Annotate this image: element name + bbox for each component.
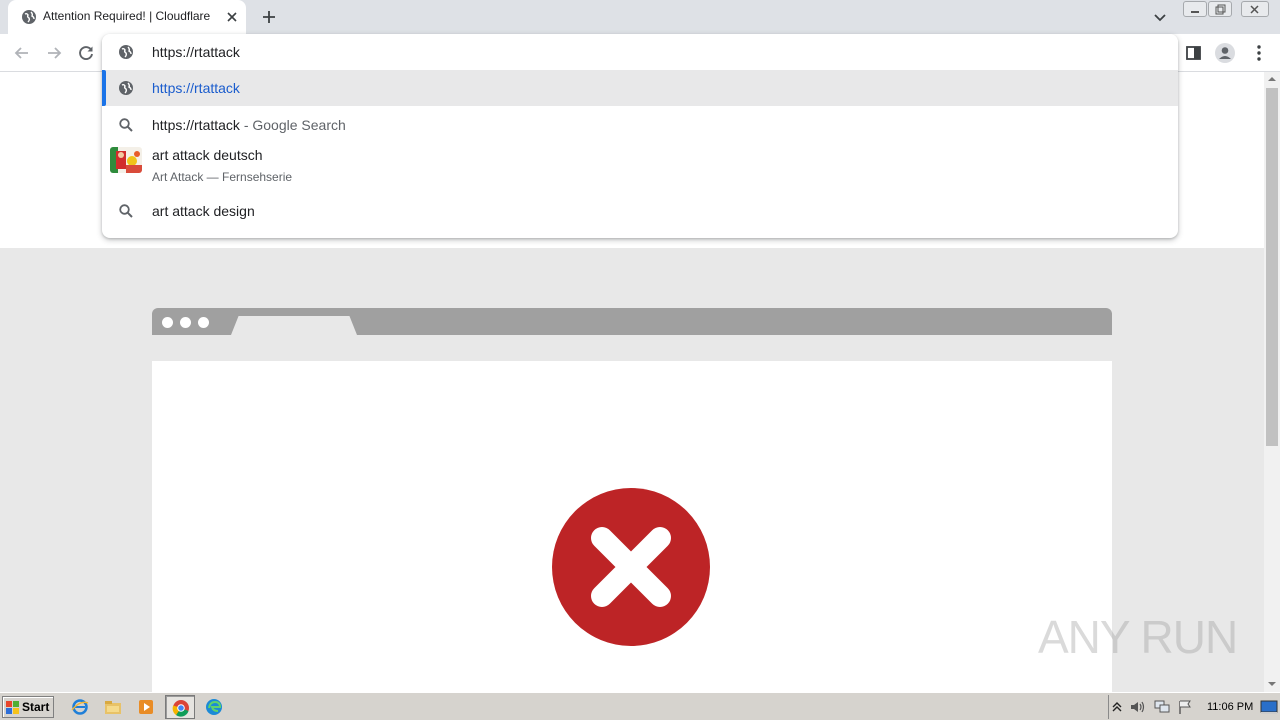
suggestion-query: https://rtattack (152, 117, 240, 133)
scrollbar-thumb[interactable] (1266, 88, 1278, 446)
illustration-tab (231, 316, 357, 335)
edge-icon[interactable] (205, 698, 223, 716)
menu-kebab-icon[interactable] (1248, 42, 1270, 64)
illustration-dot (162, 317, 173, 328)
browser-illustration-bar (152, 308, 1112, 335)
error-x-icon (552, 488, 710, 646)
scroll-up-icon[interactable] (1267, 75, 1277, 83)
taskbar: Start 11:06 PM (0, 692, 1280, 720)
art-attack-thumbnail-icon (110, 147, 142, 173)
reload-icon[interactable] (75, 42, 97, 64)
internet-explorer-icon[interactable] (71, 698, 89, 716)
entity-thumbnail (110, 147, 142, 173)
scroll-down-icon[interactable] (1267, 680, 1277, 688)
omnibox[interactable]: https://rtattack (102, 34, 1178, 70)
tab-strip: Attention Required! | Cloudflare (0, 0, 1280, 34)
suggestion-suffix: - Google Search (239, 117, 346, 133)
profile-avatar-icon[interactable] (1214, 42, 1236, 64)
back-arrow-icon[interactable] (11, 42, 33, 64)
globe-icon (119, 81, 133, 95)
globe-icon (119, 45, 133, 59)
omnibox-suggestion[interactable]: art attack design (102, 192, 1178, 228)
omnibox-suggestion[interactable]: https://rtattack (102, 70, 1178, 106)
suggestion-text: art attack deutsch (152, 147, 263, 163)
suggestion-text: https://rtattack (152, 80, 240, 96)
suggestion-text: https://rtattack - Google Search (152, 117, 346, 133)
browser-tab[interactable]: Attention Required! | Cloudflare (8, 0, 246, 34)
show-desktop-icon[interactable] (1260, 699, 1278, 715)
tab-title: Attention Required! | Cloudflare (43, 9, 211, 23)
omnibox-dropdown: https://rtattack https://rtattack https:… (102, 34, 1178, 238)
globe-icon (22, 10, 36, 24)
minimize-button[interactable] (1183, 1, 1207, 17)
start-button[interactable]: Start (2, 696, 54, 718)
restore-button[interactable] (1208, 1, 1232, 17)
file-explorer-icon[interactable] (104, 698, 122, 716)
start-label: Start (22, 700, 50, 714)
side-panel-icon[interactable] (1183, 42, 1205, 64)
omnibox-input[interactable]: https://rtattack (152, 44, 240, 60)
taskbar-clock: 11:06 PM (1207, 701, 1254, 713)
volume-icon[interactable] (1129, 700, 1147, 714)
illustration-dot (198, 317, 209, 328)
screen: Attention Required! | Cloudflare https:/… (0, 0, 1280, 720)
show-hidden-icons-icon[interactable] (1111, 700, 1123, 714)
illustration-dot (180, 317, 191, 328)
restore-icon (1215, 4, 1226, 15)
suggestion-subtext: Art Attack — Fernsehserie (152, 170, 293, 184)
omnibox-suggestion[interactable]: art attack deutsch Art Attack — Fernsehs… (102, 142, 1178, 192)
close-tab-icon[interactable] (224, 9, 240, 25)
selection-indicator (102, 70, 106, 106)
search-icon (119, 118, 133, 132)
suggestion-text: art attack design (152, 203, 255, 219)
chrome-icon (172, 700, 189, 717)
windows-logo-icon (6, 701, 19, 714)
close-icon (1250, 5, 1259, 14)
anyrun-watermark: ANY RUN (1038, 611, 1238, 663)
chrome-taskbar-button[interactable] (165, 695, 195, 719)
close-window-button[interactable] (1241, 1, 1269, 17)
page-scrollbar[interactable] (1264, 72, 1280, 692)
media-player-icon[interactable] (137, 698, 155, 716)
action-center-flag-icon[interactable] (1177, 699, 1193, 715)
forward-arrow-icon[interactable] (43, 42, 65, 64)
chevron-down-icon[interactable] (1152, 9, 1168, 25)
search-icon (119, 204, 133, 218)
x-mark-icon (591, 527, 671, 607)
minimize-icon (1191, 11, 1199, 13)
new-tab-icon[interactable] (260, 8, 278, 26)
omnibox-suggestion[interactable]: https://rtattack - Google Search (102, 106, 1178, 142)
network-icon[interactable] (1153, 699, 1171, 715)
